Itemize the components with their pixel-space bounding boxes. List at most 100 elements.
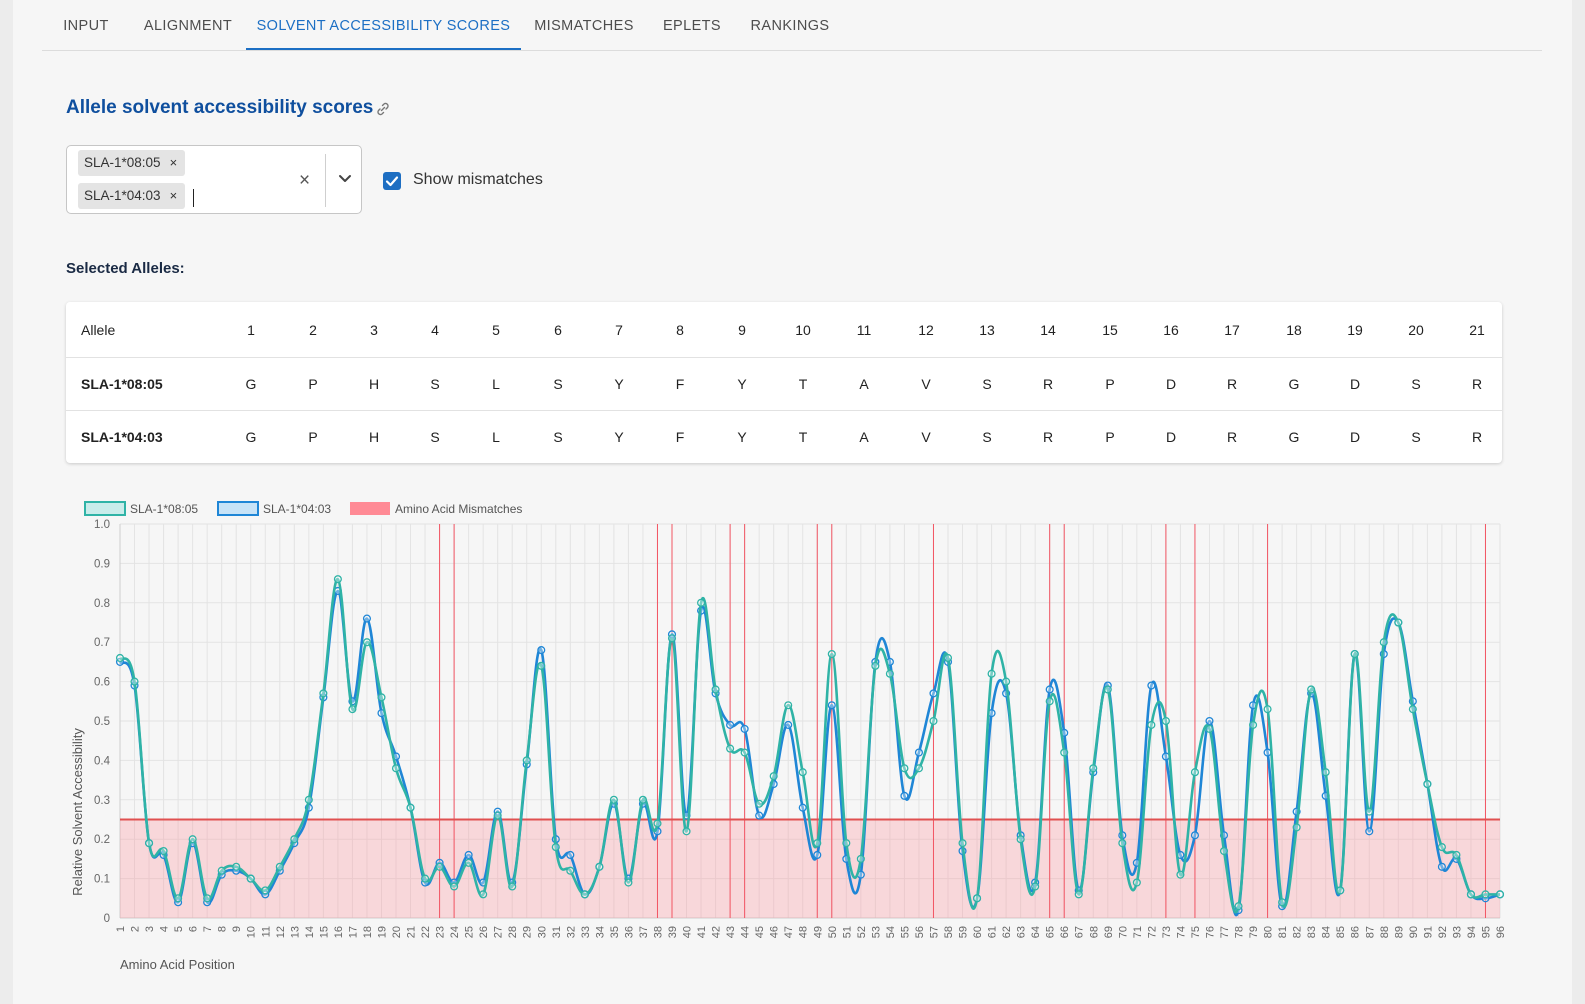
remove-chip-icon[interactable]: ×	[170, 188, 178, 203]
data-point	[348, 705, 357, 714]
residue-cell: V	[921, 429, 931, 445]
data-point	[130, 677, 139, 686]
data-point	[1452, 850, 1461, 860]
data-point	[653, 819, 662, 828]
data-point	[784, 701, 793, 710]
data-point	[1437, 843, 1446, 852]
x-tick-label: 89	[1393, 926, 1405, 938]
selected-alleles-table: Allele 1 2 3 4 5 6 7 8 9 10 11 12 13 14 15 16 17 18 19 20 21…	[66, 302, 1502, 463]
data-point	[1234, 902, 1243, 911]
x-tick-label: 71	[1132, 926, 1144, 938]
data-point	[188, 835, 197, 844]
x-tick-label: 10	[246, 926, 258, 938]
y-tick-label: 0.8	[94, 598, 110, 610]
data-point	[1190, 831, 1199, 840]
data-point	[1336, 886, 1345, 895]
tab-rankings[interactable]: RANKINGS	[741, 0, 839, 50]
remove-chip-icon[interactable]: ×	[170, 155, 178, 170]
x-tick-label: 40	[682, 926, 694, 938]
residue-cell: T	[798, 429, 808, 445]
residue-cell: R	[1042, 429, 1054, 445]
data-point	[304, 795, 313, 804]
y-axis-ticks: 0 0.1 0.2 0.3 0.4 0.5 0.6 0.7 0.8 0.9 1.0	[94, 519, 111, 925]
data-point	[856, 854, 865, 863]
x-tick-label: 19	[376, 926, 388, 938]
x-tick-label: 29	[522, 926, 534, 938]
data-point	[929, 689, 938, 698]
position-header: 18	[1286, 321, 1302, 338]
data-point	[1263, 705, 1272, 714]
x-tick-label: 35	[609, 926, 621, 938]
data-point	[740, 724, 749, 733]
x-tick-label: 67	[1074, 926, 1086, 938]
x-tick-label: 3	[144, 926, 156, 932]
legend-label-series2: SLA-1*04:03	[263, 502, 331, 516]
position-header: 10	[795, 321, 811, 338]
residue-cell: F	[675, 376, 685, 392]
data-point	[711, 685, 720, 694]
y-tick-label: 0.1	[94, 874, 110, 886]
data-point	[537, 661, 546, 670]
x-tick-label: 73	[1161, 926, 1173, 938]
data-point	[1103, 685, 1112, 694]
position-header: 1	[247, 321, 255, 338]
data-point	[1205, 724, 1214, 733]
data-point	[609, 795, 618, 804]
y-tick-label: 0.7	[94, 637, 110, 649]
x-tick-label: 96	[1495, 926, 1507, 938]
residue-cell: P	[308, 429, 318, 445]
residue-cell: S	[430, 429, 440, 445]
data-point	[697, 598, 706, 607]
left-gutter	[0, 0, 13, 1004]
show-mismatches-checkbox[interactable]	[383, 172, 401, 190]
x-tick-label: 56	[914, 926, 926, 938]
x-tick-label: 94	[1466, 926, 1478, 938]
data-point	[1423, 779, 1432, 789]
x-tick-label: 32	[565, 926, 577, 938]
tab-input[interactable]: INPUT	[42, 0, 130, 50]
tab-eplets[interactable]: EPLETS	[653, 0, 731, 50]
data-point	[1016, 835, 1025, 844]
show-mismatches-label[interactable]: Show mismatches	[413, 171, 543, 189]
data-point	[1307, 685, 1316, 694]
x-tick-label: 12	[275, 926, 287, 938]
tab-mismatches[interactable]: MISMATCHES	[525, 0, 643, 50]
data-point	[377, 693, 386, 702]
tab-solvent-accessibility-scores[interactable]: SOLVENT ACCESSIBILITY SCORES	[246, 0, 521, 50]
data-point	[842, 839, 851, 848]
x-tick-label: 76	[1204, 926, 1216, 938]
clear-icon[interactable]: ×	[299, 170, 310, 192]
residue-cell: R	[1471, 376, 1483, 392]
tab-alignment[interactable]: ALIGNMENT	[134, 0, 242, 50]
allele-name: SLA-1*04:03	[81, 429, 163, 445]
data-point	[1147, 681, 1156, 690]
data-point	[1045, 697, 1054, 706]
position-header: 4	[431, 321, 439, 338]
residue-cell: G	[245, 376, 257, 392]
data-point	[362, 614, 371, 623]
data-point	[1408, 705, 1417, 714]
text-cursor	[193, 189, 194, 207]
residue-cell: G	[1288, 429, 1300, 445]
chevron-down-icon[interactable]	[335, 168, 355, 188]
data-point	[203, 894, 212, 903]
x-tick-label: 55	[899, 926, 911, 938]
residue-cell: S	[553, 376, 563, 392]
residue-cell: D	[1349, 376, 1361, 392]
link-icon[interactable]	[375, 101, 391, 117]
x-tick-label: 31	[551, 926, 563, 938]
data-point	[726, 744, 735, 753]
x-tick-label: 95	[1480, 926, 1492, 938]
allele-name: SLA-1*08:05	[81, 376, 163, 392]
data-point	[232, 862, 241, 871]
data-point	[900, 791, 909, 800]
x-tick-label: 44	[740, 926, 752, 938]
allele-multiselect[interactable]: SLA-1*08:05 × SLA-1*04:03 × ×	[66, 145, 362, 214]
x-tick-label: 14	[304, 926, 316, 938]
x-tick-label: 1	[115, 926, 127, 932]
data-point	[1365, 827, 1374, 836]
x-tick-label: 82	[1292, 926, 1304, 938]
data-point	[755, 799, 764, 808]
allele-chip: SLA-1*04:03 ×	[78, 183, 186, 209]
x-tick-label: 17	[347, 926, 359, 938]
